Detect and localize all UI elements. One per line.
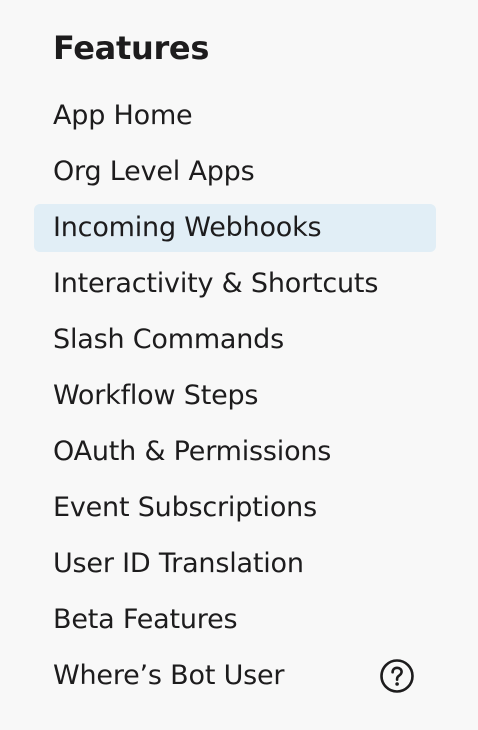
- nav-item-oauth-permissions[interactable]: OAuth & Permissions: [34, 428, 436, 476]
- nav-item-label: User ID Translation: [53, 548, 304, 579]
- nav-item-label: Beta Features: [53, 604, 238, 635]
- nav-item-interactivity-shortcuts[interactable]: Interactivity & Shortcuts: [34, 260, 436, 308]
- nav-item-label: Interactivity & Shortcuts: [53, 268, 379, 299]
- nav-item-label: App Home: [53, 100, 193, 131]
- nav-item-label: OAuth & Permissions: [53, 436, 332, 467]
- nav-item-label: Incoming Webhooks: [53, 212, 322, 243]
- nav-item-label: Org Level Apps: [53, 156, 255, 187]
- nav-item-label: Workflow Steps: [53, 380, 259, 411]
- nav-item-incoming-webhooks[interactable]: Incoming Webhooks: [34, 204, 436, 252]
- features-nav-list: App Home Org Level Apps Incoming Webhook…: [34, 92, 436, 708]
- nav-item-app-home[interactable]: App Home: [34, 92, 436, 140]
- nav-item-org-level-apps[interactable]: Org Level Apps: [34, 148, 436, 196]
- nav-item-user-id-translation[interactable]: User ID Translation: [34, 540, 436, 588]
- nav-item-wheres-bot-user[interactable]: Where’s Bot User: [34, 652, 436, 700]
- help-circle-icon[interactable]: [379, 658, 415, 694]
- section-title-features: Features: [53, 29, 210, 67]
- nav-item-workflow-steps[interactable]: Workflow Steps: [34, 372, 436, 420]
- features-sidebar: Features App Home Org Level Apps Incomin…: [0, 0, 478, 730]
- nav-item-event-subscriptions[interactable]: Event Subscriptions: [34, 484, 436, 532]
- nav-item-beta-features[interactable]: Beta Features: [34, 596, 436, 644]
- nav-item-slash-commands[interactable]: Slash Commands: [34, 316, 436, 364]
- nav-item-label: Where’s Bot User: [53, 660, 285, 691]
- nav-item-label: Event Subscriptions: [53, 492, 317, 523]
- nav-item-label: Slash Commands: [53, 324, 284, 355]
